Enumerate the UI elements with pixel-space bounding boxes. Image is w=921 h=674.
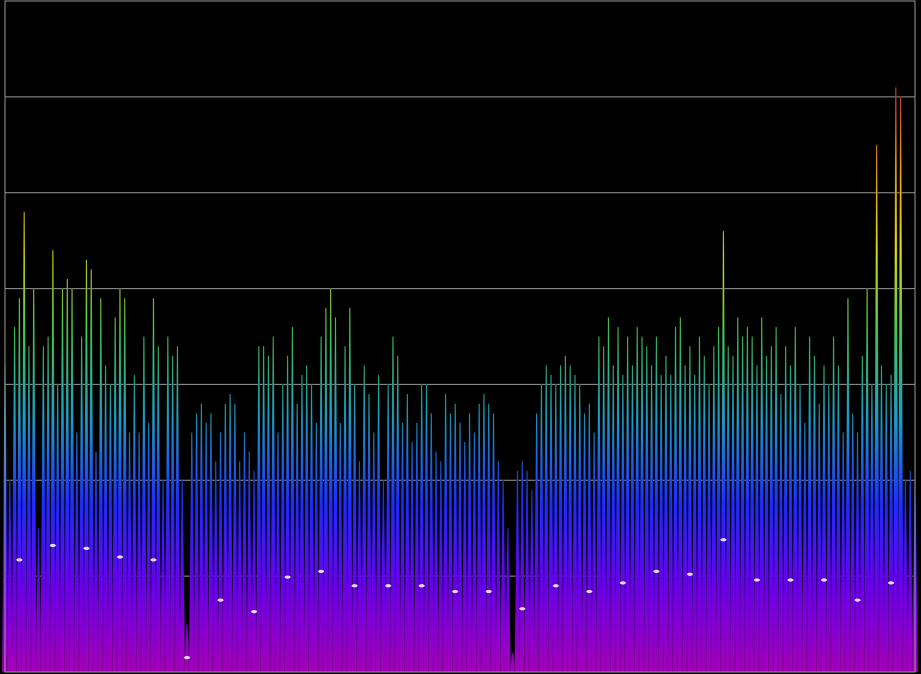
peak-glint [351,584,358,588]
peak-glint [16,558,23,562]
peak-glint [251,610,258,614]
peak-glint [888,581,895,585]
peak-glint [854,598,861,602]
peak-glint [318,569,325,573]
peak-glint [385,584,392,588]
peak-glint [49,543,56,548]
peak-glint [552,584,559,588]
peak-glint [452,589,459,594]
peak-glint [586,589,593,594]
peak-glint [720,538,727,542]
peak-glint [217,598,224,602]
spectrum-chart [0,0,921,674]
peak-glint [519,607,526,611]
peak-glint [619,581,626,585]
peak-glint [150,558,157,562]
peak-glint [116,555,123,559]
peak-glint [83,546,90,550]
peak-glint [753,578,760,582]
peak-glint [184,656,190,660]
peak-glint [418,584,425,588]
peak-glint [787,578,794,582]
peak-glint [284,575,291,579]
peak-glint [821,578,827,582]
peak-glint [485,589,492,594]
peak-glint [653,569,660,573]
peak-glint [686,572,693,576]
